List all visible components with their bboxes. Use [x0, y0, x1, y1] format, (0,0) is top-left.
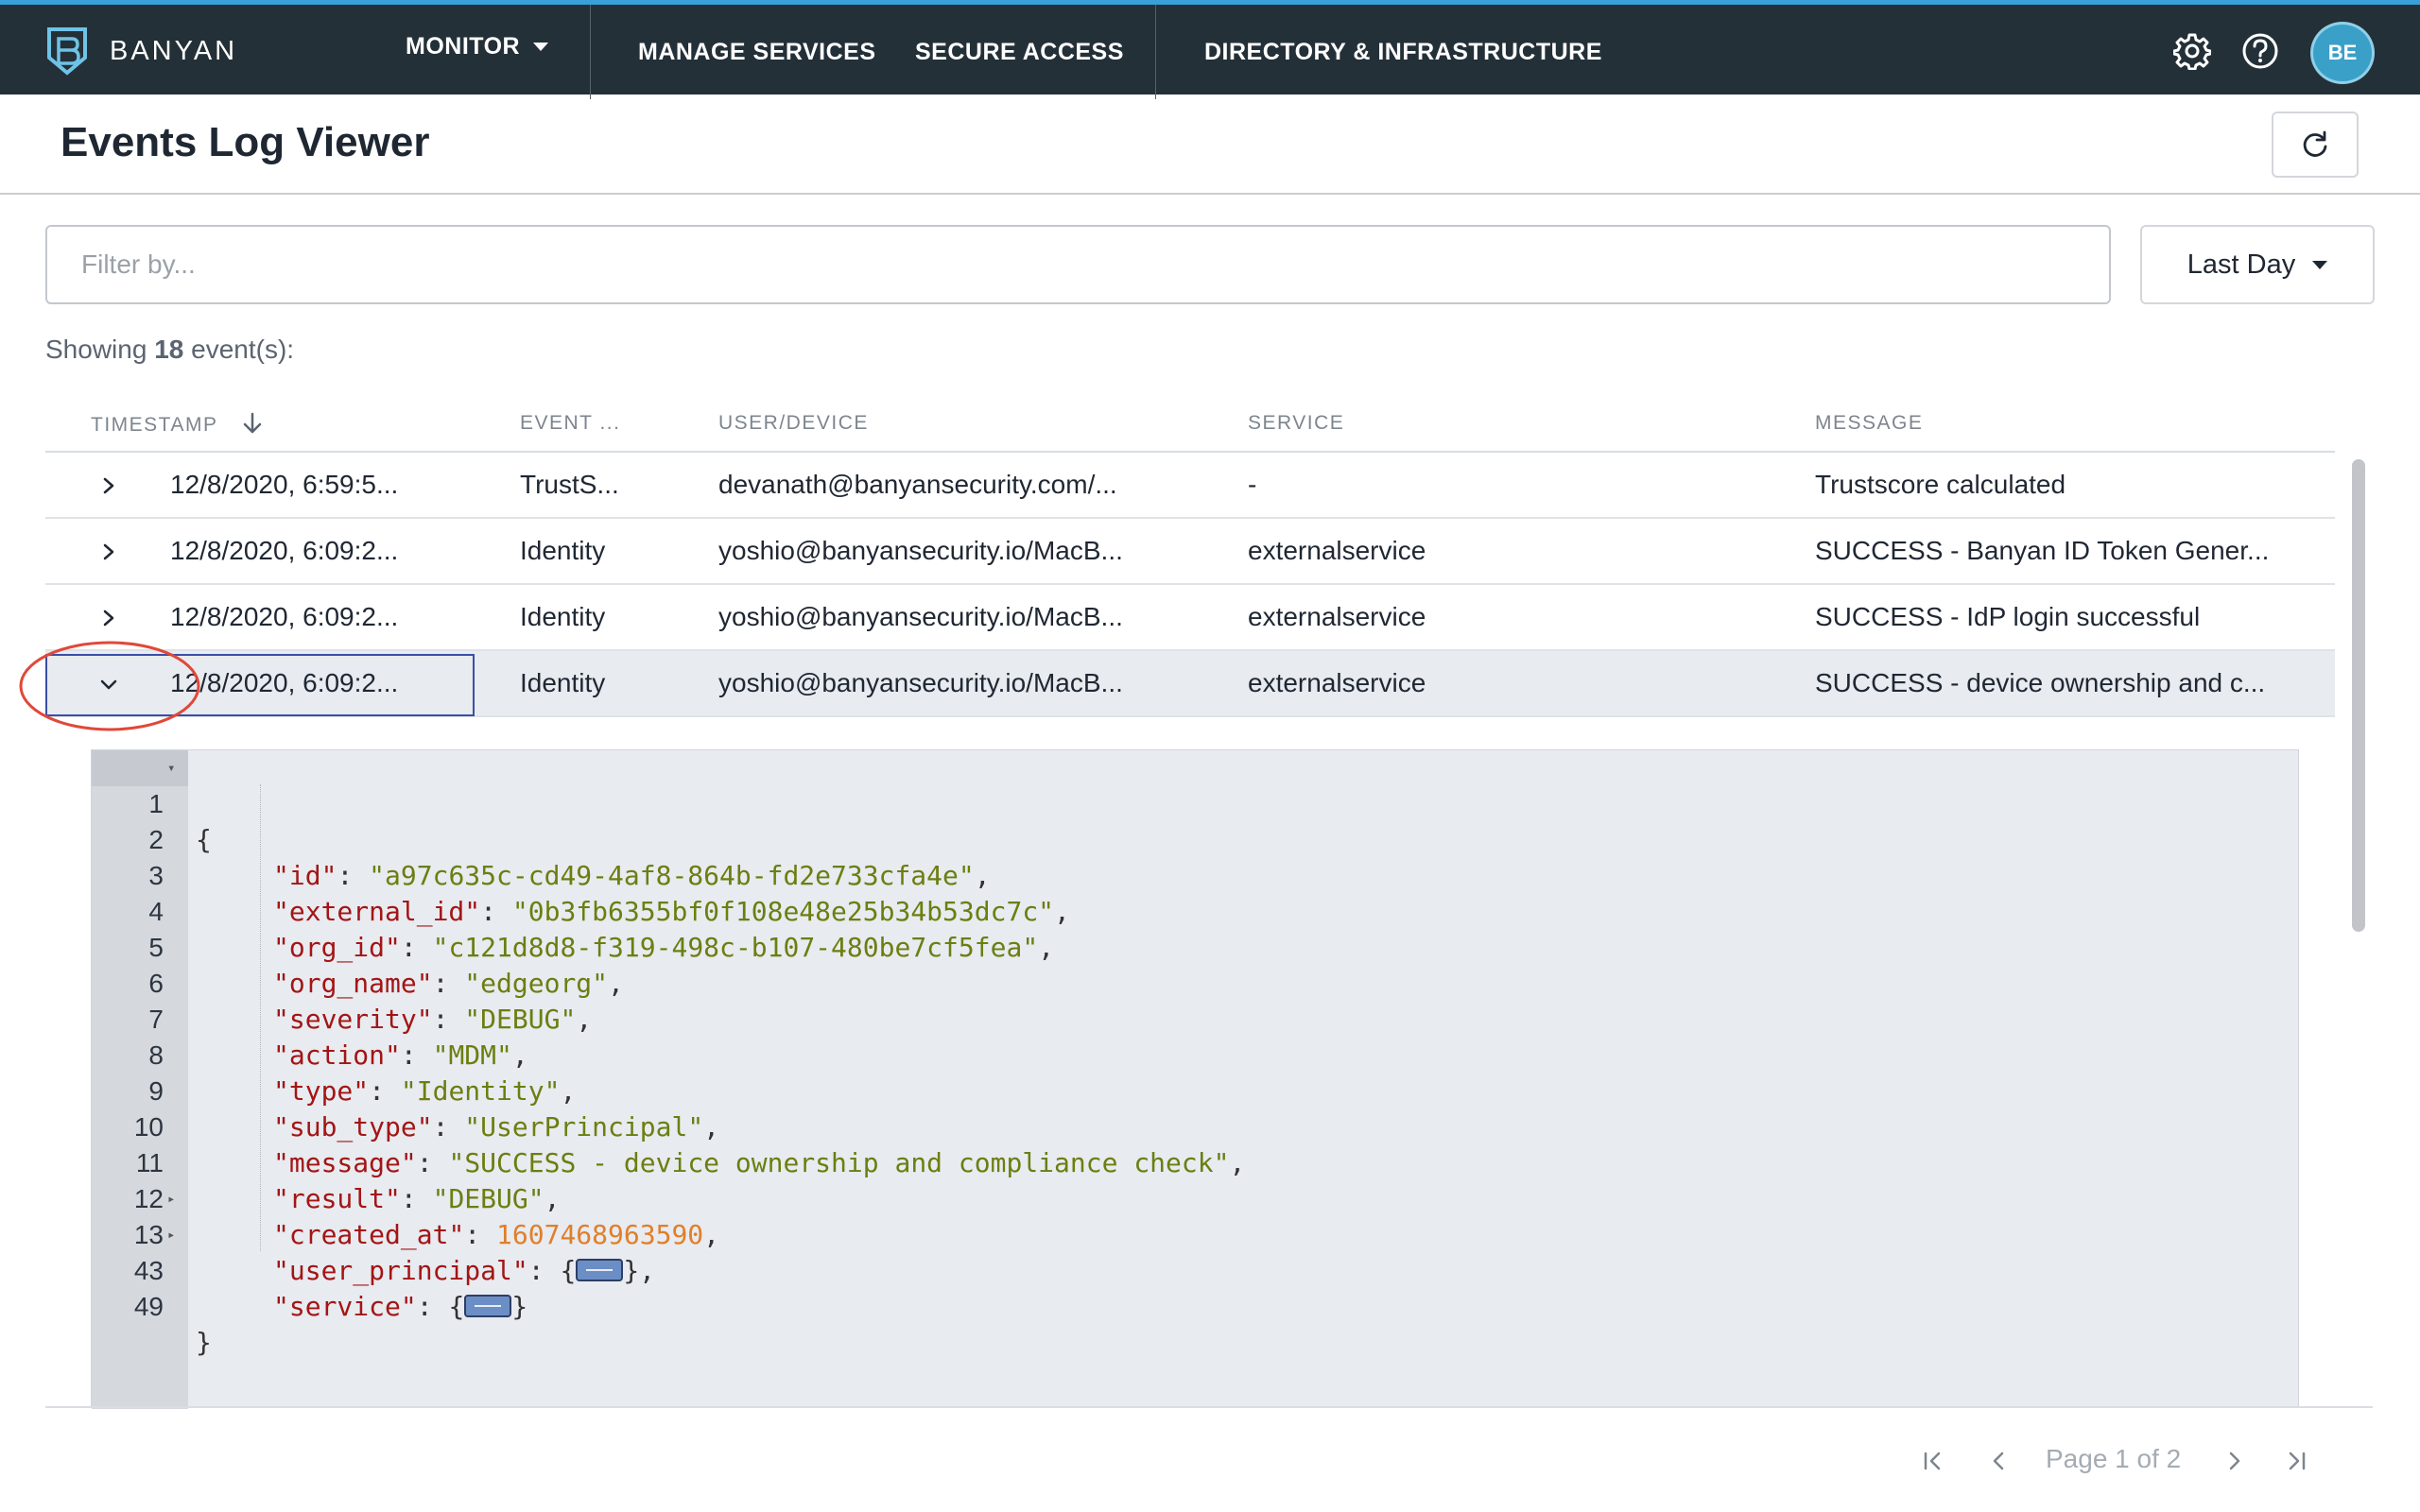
- filter-input[interactable]: [45, 225, 2111, 304]
- nav-monitor[interactable]: MONITOR: [406, 33, 549, 60]
- nav-secure-access[interactable]: SECURE ACCESS: [915, 39, 1124, 66]
- chevron-right-icon[interactable]: [95, 470, 123, 502]
- divider: [45, 1406, 2373, 1408]
- code-text: }: [196, 1327, 212, 1358]
- cell-event: Identity: [520, 668, 606, 697]
- table-row[interactable]: 12/8/2020, 6:59:5... TrustS... devanath@…: [45, 453, 2335, 519]
- page-header: Events Log Viewer: [0, 94, 2420, 195]
- event-count-prefix: Showing: [45, 335, 155, 364]
- help-icon[interactable]: [2241, 32, 2279, 70]
- cell-message: SUCCESS - IdP login successful: [1815, 602, 2201, 631]
- json-key: service: [288, 1291, 401, 1322]
- code-line: 5 "org_name": "edgeorg",: [92, 894, 2294, 999]
- column-header-label: TIMESTAMP: [91, 414, 218, 436]
- user-avatar[interactable]: BE: [2310, 22, 2375, 84]
- nav-divider: [1155, 5, 1156, 99]
- cell-timestamp: 12/8/2020, 6:59:5...: [170, 470, 399, 499]
- code-line: 43 ▸ "service": {}: [92, 1217, 2294, 1322]
- nav-monitor-label: MONITOR: [406, 33, 521, 60]
- code-line: 2 "id": "a97c635c-cd49-4af8-864b-fd2e733…: [92, 786, 2294, 891]
- cell-message: SUCCESS - Banyan ID Token Gener...: [1815, 536, 2270, 565]
- line-number: 49: [133, 1292, 164, 1321]
- json-viewer[interactable]: 1 ▾ { 2 "id": "a97c635c-cd49-4af8-864b-fd…: [91, 749, 2299, 1409]
- code-line: 12 "created_at": 1607468963590,: [92, 1145, 2294, 1250]
- fold-open-icon[interactable]: ▾: [167, 750, 175, 786]
- settings-icon[interactable]: [2173, 32, 2211, 70]
- event-count-suffix: event(s):: [183, 335, 295, 364]
- arrow-down-icon: [244, 412, 262, 434]
- code-line: 11 "result": "DEBUG",: [92, 1109, 2294, 1214]
- code-line: 10 "message": "SUCCESS - device ownershi…: [92, 1074, 2294, 1178]
- cell-timestamp: 12/8/2020, 6:09:2...: [170, 536, 399, 565]
- table-row[interactable]: 12/8/2020, 6:09:2... Identity yoshio@ban…: [45, 585, 2335, 651]
- code-line: 9 "sub_type": "UserPrincipal",: [92, 1038, 2294, 1143]
- time-range-select[interactable]: Last Day: [2140, 225, 2375, 304]
- time-range-label: Last Day: [2187, 249, 2296, 280]
- cell-timestamp: 12/8/2020, 6:09:2...: [170, 602, 399, 631]
- column-header-user-device[interactable]: USER/DEVICE: [718, 412, 869, 435]
- chevron-down-icon: [2312, 260, 2328, 269]
- event-count: 18: [154, 335, 184, 364]
- cell-service: externalservice: [1248, 536, 1426, 565]
- next-page-icon[interactable]: [2220, 1446, 2248, 1476]
- cell-event: Identity: [520, 536, 606, 565]
- column-header-event[interactable]: EVENT ...: [520, 412, 620, 435]
- brand-logo[interactable]: BANYAN: [43, 26, 237, 77]
- nav-divider: [590, 5, 591, 99]
- cell-event: Identity: [520, 602, 606, 631]
- top-navigation: BANYAN MONITOR MANAGE SERVICES SECURE AC…: [0, 0, 2420, 99]
- fold-closed-icon[interactable]: ▸: [167, 1217, 175, 1253]
- cell-service: -: [1248, 470, 1257, 499]
- cell-user-device: devanath@banyansecurity.com/...: [718, 470, 1117, 499]
- nav-manage-services-label: MANAGE SERVICES: [638, 39, 876, 65]
- event-count-summary: Showing 18 event(s):: [45, 335, 294, 365]
- code-line: 3 "external_id": "0b3fb6355bf0f108e48e25…: [92, 822, 2294, 927]
- pagination-label: Page 1 of 2: [2046, 1444, 2182, 1473]
- cell-event: TrustS...: [520, 470, 619, 499]
- chevron-right-icon[interactable]: [95, 602, 123, 634]
- chevron-down-icon: [533, 43, 549, 51]
- previous-page-icon[interactable]: [1985, 1446, 2014, 1476]
- column-header-service[interactable]: SERVICE: [1248, 412, 1344, 435]
- annotation-circle: [19, 641, 200, 731]
- cell-service: externalservice: [1248, 668, 1426, 697]
- nav-directory-infrastructure[interactable]: DIRECTORY & INFRASTRUCTURE: [1204, 39, 1602, 66]
- code-text: "service": {}: [273, 1291, 528, 1322]
- code-line: 6 "severity": "DEBUG",: [92, 930, 2294, 1035]
- page-title: Events Log Viewer: [60, 119, 430, 165]
- cell-user-device: yoshio@banyansecurity.io/MacB...: [718, 602, 1123, 631]
- refresh-button[interactable]: [2272, 112, 2359, 178]
- nav-manage-services[interactable]: MANAGE SERVICES: [638, 39, 876, 66]
- cell-message: Trustscore calculated: [1815, 470, 2066, 499]
- banyan-logo-icon: [47, 27, 87, 76]
- code-line: 4 "org_id": "c121d8d8-f319-498c-b107-480…: [92, 858, 2294, 963]
- code-line: 13 ▸ "user_principal": {},: [92, 1181, 2294, 1286]
- cell-message: SUCCESS - device ownership and c...: [1815, 668, 2266, 697]
- column-header-timestamp[interactable]: TIMESTAMP: [91, 412, 264, 437]
- scrollbar-thumb[interactable]: [2352, 459, 2365, 932]
- expand-object-icon[interactable]: [464, 1295, 512, 1317]
- column-header-message[interactable]: MESSAGE: [1815, 412, 1923, 435]
- brand-name: BANYAN: [110, 35, 238, 66]
- code-line: 49 }: [92, 1253, 2294, 1358]
- nav-secure-access-label: SECURE ACCESS: [915, 39, 1124, 65]
- chevron-right-icon[interactable]: [95, 536, 123, 568]
- first-page-icon[interactable]: [1919, 1446, 1947, 1476]
- cell-user-device: yoshio@banyansecurity.io/MacB...: [718, 668, 1123, 697]
- refresh-icon: [2303, 130, 2327, 157]
- code-line: 7 "action": "MDM",: [92, 966, 2294, 1071]
- code-line: 1 ▾ {: [92, 750, 2294, 855]
- last-page-icon[interactable]: [2282, 1446, 2310, 1476]
- code-line: 8 "type": "Identity",: [92, 1002, 2294, 1107]
- fold-closed-icon[interactable]: ▸: [167, 1181, 175, 1217]
- table-row[interactable]: 12/8/2020, 6:09:2... Identity yoshio@ban…: [45, 519, 2335, 585]
- nav-directory-infrastructure-label: DIRECTORY & INFRASTRUCTURE: [1204, 39, 1602, 65]
- cell-user-device: yoshio@banyansecurity.io/MacB...: [718, 536, 1123, 565]
- cell-service: externalservice: [1248, 602, 1426, 631]
